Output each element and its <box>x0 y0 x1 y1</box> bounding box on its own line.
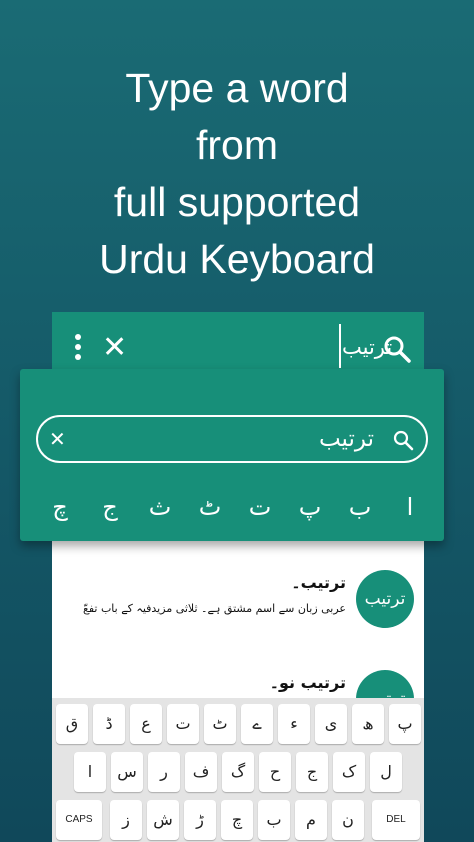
keyboard-row-2: ا س ر ف گ ح ج ک ل <box>52 752 424 792</box>
result-item[interactable]: ترتیب ترتیب۔ عربی زبان سے اسم مشتق ہے۔ ث… <box>52 570 424 670</box>
key[interactable]: ٹ <box>204 704 236 744</box>
headline-line-1: Type a word <box>125 65 349 111</box>
letter-index: ا ب پ ت ٹ ث ج چ <box>42 487 428 527</box>
letter-bay[interactable]: ب <box>342 487 378 527</box>
search-bar[interactable]: ✕ ترتیب <box>36 415 428 463</box>
keyboard-row-1: ق ڈ ع ت ٹ ے ء ی ھ پ <box>52 704 424 744</box>
result-title: ترتیب نو۔ <box>269 673 346 692</box>
result-title: ترتیب۔ <box>291 573 346 592</box>
key[interactable]: ن <box>332 800 364 840</box>
more-vertical-icon[interactable] <box>74 334 82 362</box>
headline-line-3: full supported <box>113 179 361 225</box>
key[interactable]: ت <box>167 704 199 744</box>
headline-line-4: Urdu Keyboard <box>99 236 375 282</box>
key[interactable]: ا <box>74 752 106 792</box>
key[interactable]: ے <box>241 704 273 744</box>
headline: Type a word from full supported Urdu Key… <box>0 60 474 288</box>
key[interactable]: ر <box>148 752 180 792</box>
urdu-keyboard: ق ڈ ع ت ٹ ے ء ی ھ پ ا س ر ف گ ح ج ک ل CA… <box>52 698 424 842</box>
key[interactable]: م <box>295 800 327 840</box>
letter-jeem[interactable]: ج <box>92 487 128 527</box>
headline-line-2: from <box>196 122 278 168</box>
key[interactable]: ب <box>258 800 290 840</box>
key[interactable]: ک <box>333 752 365 792</box>
key[interactable]: ف <box>185 752 217 792</box>
key[interactable]: ق <box>56 704 88 744</box>
letter-chay[interactable]: چ <box>42 487 78 527</box>
keyboard-row-3: CAPS ز ش ڑ چ ب م ن DEL <box>52 800 424 840</box>
letter-pay[interactable]: پ <box>292 487 328 527</box>
key[interactable]: ڑ <box>184 800 216 840</box>
key[interactable]: ح <box>259 752 291 792</box>
letter-alif[interactable]: ا <box>392 487 428 527</box>
key[interactable]: گ <box>222 752 254 792</box>
search-input[interactable]: ترتیب <box>319 423 374 455</box>
key[interactable]: ع <box>130 704 162 744</box>
key[interactable]: چ <box>221 800 253 840</box>
key[interactable]: ج <box>296 752 328 792</box>
result-description: عربی زبان سے اسم مشتق ہے۔ ثلاثی مزیدفیہ … <box>82 602 346 615</box>
key[interactable]: ز <box>110 800 142 840</box>
result-avatar: ترتیب <box>356 570 414 628</box>
search-icon[interactable] <box>382 334 412 364</box>
delete-key[interactable]: DEL <box>372 800 420 840</box>
letter-tay[interactable]: ت <box>242 487 278 527</box>
close-icon[interactable]: ✕ <box>102 330 127 366</box>
letter-ttay[interactable]: ٹ <box>192 487 228 527</box>
caps-key[interactable]: CAPS <box>56 800 102 840</box>
key[interactable]: ش <box>147 800 179 840</box>
letter-say[interactable]: ث <box>142 487 178 527</box>
clear-icon[interactable]: ✕ <box>49 426 66 452</box>
search-card: ✕ ترتیب ا ب پ ت ٹ ث ج چ <box>20 369 444 541</box>
key[interactable]: ء <box>278 704 310 744</box>
key[interactable]: ھ <box>352 704 384 744</box>
key[interactable]: س <box>111 752 143 792</box>
key[interactable]: ی <box>315 704 347 744</box>
search-icon[interactable] <box>392 429 414 451</box>
key[interactable]: ل <box>370 752 402 792</box>
key[interactable]: ڈ <box>93 704 125 744</box>
key[interactable]: پ <box>389 704 421 744</box>
text-cursor <box>339 324 341 368</box>
